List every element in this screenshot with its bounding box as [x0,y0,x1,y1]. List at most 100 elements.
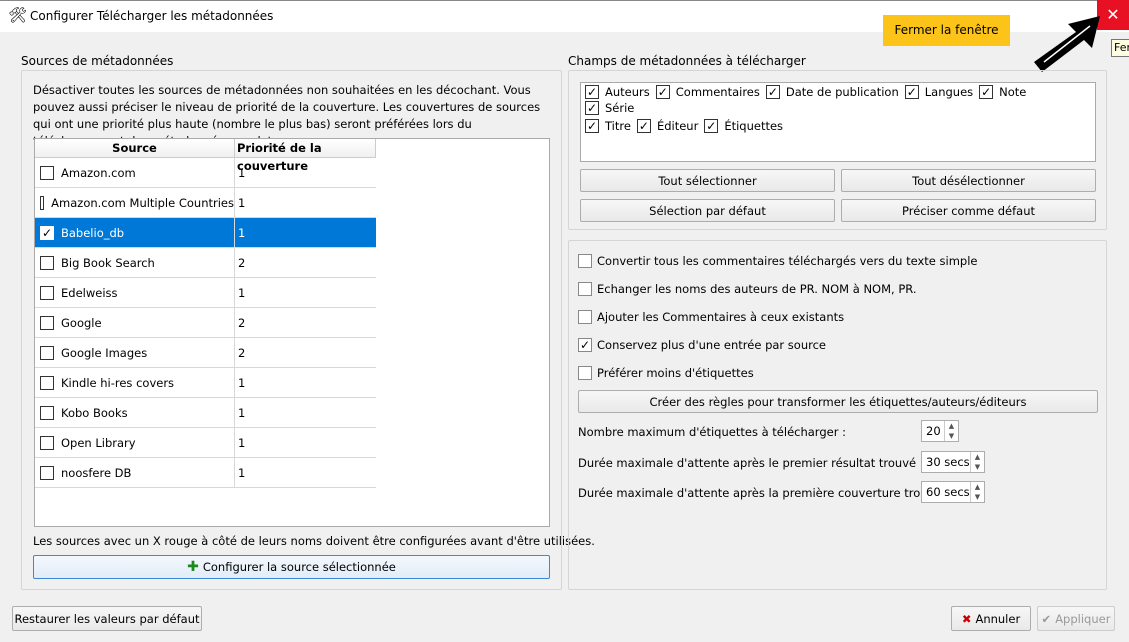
select-all-button[interactable]: Tout sélectionner [580,169,835,192]
option-checkbox[interactable] [578,254,592,268]
option-checkbox-row[interactable]: Convertir tous les commentaires téléchar… [578,254,977,268]
set-default-button[interactable]: Préciser comme défaut [841,199,1096,222]
field-checkbox[interactable]: ✓ [636,119,651,133]
deselect-all-button[interactable]: Tout désélectionner [841,169,1096,192]
option-checkbox[interactable] [578,310,592,324]
field-label: Auteurs [605,85,650,99]
source-row[interactable]: Google Images 2 [35,338,376,368]
source-checkbox[interactable]: ✓ [40,225,54,240]
source-name: Big Book Search [61,255,155,270]
wait-first-label: Durée maximale d'attente après le premie… [578,456,924,470]
source-priority[interactable]: 2 [235,346,245,360]
source-name: Kobo Books [61,405,128,420]
sources-note: Les sources avec un X rouge à côté de le… [33,534,595,548]
window-title: Configurer Télécharger les métadonnées [30,9,274,23]
source-row[interactable]: Kobo Books 1 [35,398,376,428]
field-checkbox[interactable]: ✓ [704,119,719,133]
source-checkbox[interactable] [40,405,54,420]
field-checkbox[interactable]: ✓ [585,119,599,133]
source-priority[interactable]: 1 [235,466,245,480]
fields-list[interactable]: ✓ Auteurs ✓ Commentaires ✓ Date de publicatio… [580,82,1096,162]
source-priority[interactable]: 1 [235,286,245,300]
field-label: Éditeur [656,119,699,133]
source-row[interactable]: Open Library 1 [35,428,376,458]
wait-first-spinbox[interactable]: 30 secs ▲ ▼ [921,451,985,473]
field-checkbox[interactable]: ✓ [979,85,994,99]
spin-arrows-icon[interactable]: ▲ ▼ [970,482,984,502]
field-label: Série [605,101,635,115]
wait-cover-label: Durée maximale d'attente après la premiè… [578,486,957,500]
source-checkbox[interactable] [40,315,54,330]
option-checkbox[interactable]: ✓ [578,338,592,352]
source-checkbox[interactable] [40,345,54,360]
source-priority[interactable]: 1 [235,376,245,390]
option-checkbox-row[interactable]: Echanger les noms des auteurs de PR. NOM… [578,282,917,296]
source-row[interactable]: ✓ Babelio_db 1 [35,218,376,248]
option-checkbox-row[interactable]: Ajouter les Commentaires à ceux existant… [578,310,844,324]
restore-defaults-button[interactable]: Restaurer les valeurs par défaut [12,606,202,631]
source-row[interactable]: Amazon.com Multiple Countries 1 [35,188,376,218]
source-priority[interactable]: 2 [235,256,245,270]
source-row[interactable]: Amazon.com 1 [35,158,376,188]
source-checkbox[interactable] [40,165,54,180]
apply-label: Appliquer [1055,611,1111,626]
source-row[interactable]: Google 2 [35,308,376,338]
source-name: noosfere DB [61,465,132,480]
default-selection-button[interactable]: Sélection par défaut [580,199,835,222]
field-checkbox[interactable]: ✓ [904,85,919,99]
max-tags-label: Nombre maximum d'étiquettes à télécharge… [578,425,846,439]
field-item[interactable]: ✓ Éditeur [636,119,699,133]
field-item[interactable]: ✓ Langues [904,85,974,99]
field-label: Langues [924,85,974,99]
field-label: Titre [605,119,631,133]
source-row[interactable]: Edelweiss 1 [35,278,376,308]
field-item[interactable]: ✓ Série [585,101,634,115]
source-checkbox[interactable] [40,375,54,390]
field-checkbox[interactable]: ✓ [765,85,780,99]
field-checkbox[interactable]: ✓ [585,85,599,99]
option-label: Convertir tous les commentaires téléchar… [597,254,978,268]
source-checkbox[interactable] [40,255,54,270]
source-row[interactable]: noosfere DB 1 [35,458,376,488]
option-checkbox-row[interactable]: Préférer moins d'étiquettes [578,366,754,380]
apply-button[interactable]: ✔ Appliquer [1037,606,1115,631]
option-checkbox[interactable] [578,282,592,296]
source-row[interactable]: Big Book Search 2 [35,248,376,278]
field-item[interactable]: ✓ Étiquettes [704,119,783,133]
source-name: Kindle hi-res covers [61,375,175,390]
option-checkbox-row[interactable]: ✓ Conservez plus d'une entrée par source [578,338,826,352]
source-checkbox[interactable] [40,465,54,480]
spin-arrows-icon[interactable]: ▲ ▼ [944,421,958,441]
source-priority[interactable]: 1 [235,406,245,420]
source-priority[interactable]: 1 [235,226,245,240]
max-tags-spinbox[interactable]: 20 ▲ ▼ [921,420,959,442]
option-checkbox[interactable] [578,366,592,380]
source-priority[interactable]: 1 [235,436,245,450]
source-checkbox[interactable] [40,435,54,450]
field-item[interactable]: ✓ Date de publication [765,85,899,99]
configure-source-button[interactable]: ✚ Configurer la source sélectionnée [33,555,550,579]
sources-table[interactable]: Source Priorité de la couverture Amazon.… [34,138,550,527]
field-item[interactable]: ✓ Titre [585,119,631,133]
spin-arrows-icon[interactable]: ▲ ▼ [970,452,984,472]
wait-cover-spinbox[interactable]: 60 secs ▲ ▼ [921,481,985,503]
source-checkbox[interactable] [40,195,45,210]
column-header-source[interactable]: Source [35,139,235,158]
source-name: Open Library [61,435,136,450]
source-priority[interactable]: 1 [235,196,245,210]
field-label: Note [999,85,1027,99]
column-header-priority[interactable]: Priorité de la couverture [235,139,376,173]
rules-button[interactable]: Créer des règles pour transformer les ét… [578,390,1098,413]
source-priority[interactable]: 1 [235,166,245,180]
source-checkbox[interactable] [40,285,54,300]
field-item[interactable]: ✓ Auteurs [585,85,650,99]
field-checkbox[interactable]: ✓ [585,101,599,115]
option-label: Conservez plus d'une entrée par source [597,338,826,352]
source-name: Amazon.com Multiple Countries [51,195,234,210]
field-item[interactable]: ✓ Note [979,85,1026,99]
source-priority[interactable]: 2 [235,316,245,330]
source-row[interactable]: Kindle hi-res covers 1 [35,368,376,398]
field-item[interactable]: ✓ Commentaires [655,85,760,99]
cancel-button[interactable]: ✖ Annuler [951,606,1031,631]
field-checkbox[interactable]: ✓ [655,85,670,99]
